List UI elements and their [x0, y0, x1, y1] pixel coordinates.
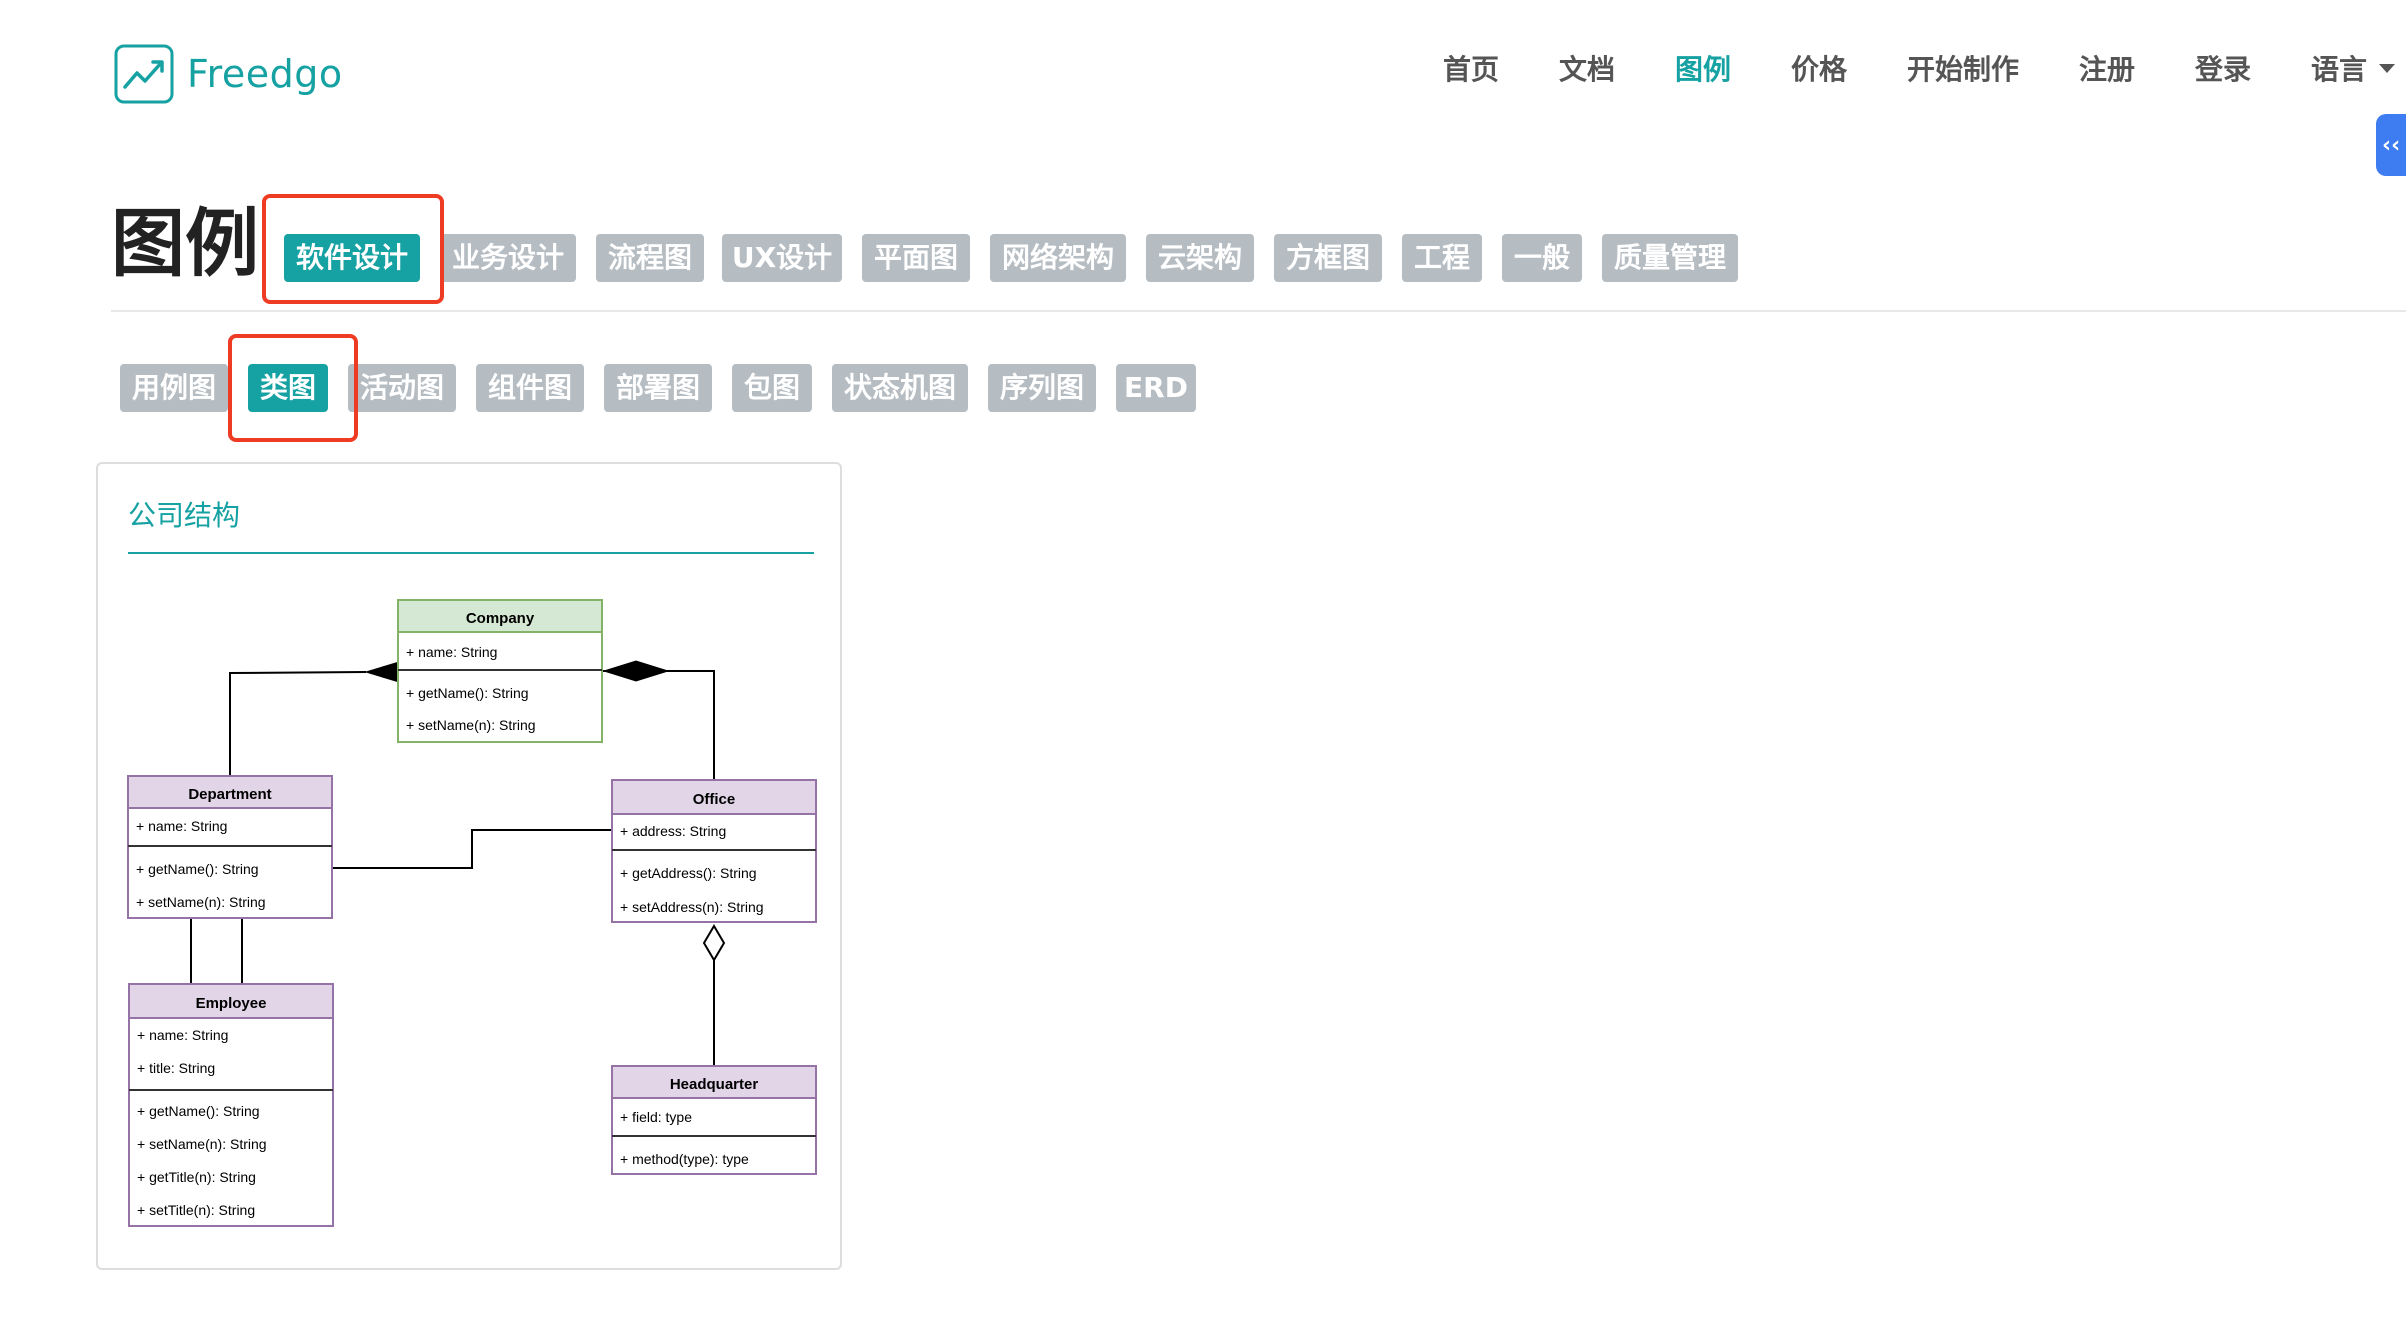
divider	[111, 310, 2406, 312]
class-office-method: + getAddress(): String	[620, 865, 757, 881]
category-general[interactable]: 一般	[1502, 234, 1582, 282]
subcategory-use-case[interactable]: 用例图	[120, 364, 228, 412]
edge-company-department	[229, 671, 367, 778]
class-employee-attr: + name: String	[137, 1027, 228, 1043]
class-department-attr: + name: String	[136, 818, 227, 834]
nav-docs[interactable]: 文档	[1559, 48, 1615, 88]
category-cloud-architecture[interactable]: 云架构	[1146, 234, 1254, 282]
logo-chart-icon	[114, 44, 174, 104]
class-company-name: Company	[466, 610, 535, 627]
class-company-method: + getName(): String	[406, 685, 529, 701]
uml-class-diagram: Company + name: String + getName(): Stri…	[127, 599, 817, 1227]
class-office-method: + setAddress(n): String	[620, 899, 764, 915]
category-flowchart[interactable]: 流程图	[596, 234, 704, 282]
side-panel-toggle[interactable]: ‹‹	[2376, 114, 2406, 176]
logo-text: Freedgo	[187, 52, 343, 96]
class-employee-method: + getTitle(n): String	[137, 1169, 256, 1185]
subcategory-state-machine[interactable]: 状态机图	[832, 364, 968, 412]
class-department: Department + name: String + getName(): S…	[127, 775, 333, 919]
caret-down-icon	[2379, 63, 2396, 73]
subcategory-highlight-box	[228, 334, 358, 442]
nav-home[interactable]: 首页	[1443, 48, 1499, 88]
nav-register[interactable]: 注册	[2079, 48, 2135, 88]
class-headquarter-method: + method(type): type	[620, 1151, 749, 1167]
class-headquarter-name: Headquarter	[670, 1076, 759, 1093]
page-title: 图例	[111, 201, 259, 287]
nav-language[interactable]: 语言	[2311, 48, 2396, 88]
subcategory-component[interactable]: 组件图	[476, 364, 584, 412]
category-engineering[interactable]: 工程	[1402, 234, 1482, 282]
class-employee-attr: + title: String	[137, 1060, 215, 1076]
class-employee-method: + getName(): String	[137, 1103, 260, 1119]
class-company: Company + name: String + getName(): Stri…	[397, 599, 603, 743]
subcategory-deployment[interactable]: 部署图	[604, 364, 712, 412]
aggregation-diamond-icon	[702, 924, 726, 962]
class-employee-method: + setName(n): String	[137, 1136, 267, 1152]
composition-diamond-right-icon	[602, 660, 670, 682]
category-business-design[interactable]: 业务设计	[440, 234, 576, 282]
subcategory-activity[interactable]: 活动图	[348, 364, 456, 412]
class-company-method: + setName(n): String	[406, 717, 536, 733]
example-card-company-structure[interactable]: 公司结构 Company + name: String + getName():…	[96, 462, 842, 1270]
class-employee-method: + setTitle(n): String	[137, 1202, 255, 1218]
nav-language-label: 语言	[2311, 53, 2368, 86]
class-employee-name: Employee	[196, 995, 267, 1012]
class-headquarter: Headquarter + field: type + method(type)…	[611, 1065, 817, 1175]
edge-department-office	[332, 829, 612, 869]
class-department-method: + setName(n): String	[136, 894, 266, 910]
class-headquarter-attr: + field: type	[620, 1109, 692, 1125]
category-highlight-box	[262, 194, 444, 304]
class-company-attr: + name: String	[406, 644, 497, 660]
category-quality-management[interactable]: 质量管理	[1602, 234, 1738, 282]
double-chevron-left-icon: ‹‹	[2382, 132, 2401, 158]
subcategory-erd[interactable]: ERD	[1116, 364, 1196, 412]
nav-login[interactable]: 登录	[2195, 48, 2251, 88]
class-office: Office + address: String + getAddress():…	[611, 779, 817, 923]
category-ux-design[interactable]: UX设计	[722, 234, 842, 282]
class-department-name: Department	[188, 786, 271, 803]
subcategory-package[interactable]: 包图	[732, 364, 812, 412]
class-office-name: Office	[693, 791, 736, 808]
subcategory-sequence[interactable]: 序列图	[988, 364, 1096, 412]
category-block-diagram[interactable]: 方框图	[1274, 234, 1382, 282]
class-department-method: + getName(): String	[136, 861, 259, 877]
class-office-attr: + address: String	[620, 823, 726, 839]
class-employee: Employee + name: String + title: String …	[128, 983, 334, 1227]
nav-pricing[interactable]: 价格	[1791, 48, 1847, 88]
category-network-architecture[interactable]: 网络架构	[990, 234, 1126, 282]
nav-start[interactable]: 开始制作	[1907, 48, 2019, 88]
top-nav: 首页 文档 图例 价格 开始制作 注册 登录 语言	[1430, 48, 2406, 88]
category-floor-plan[interactable]: 平面图	[862, 234, 970, 282]
logo[interactable]: Freedgo	[113, 43, 343, 105]
nav-examples[interactable]: 图例	[1675, 48, 1731, 88]
